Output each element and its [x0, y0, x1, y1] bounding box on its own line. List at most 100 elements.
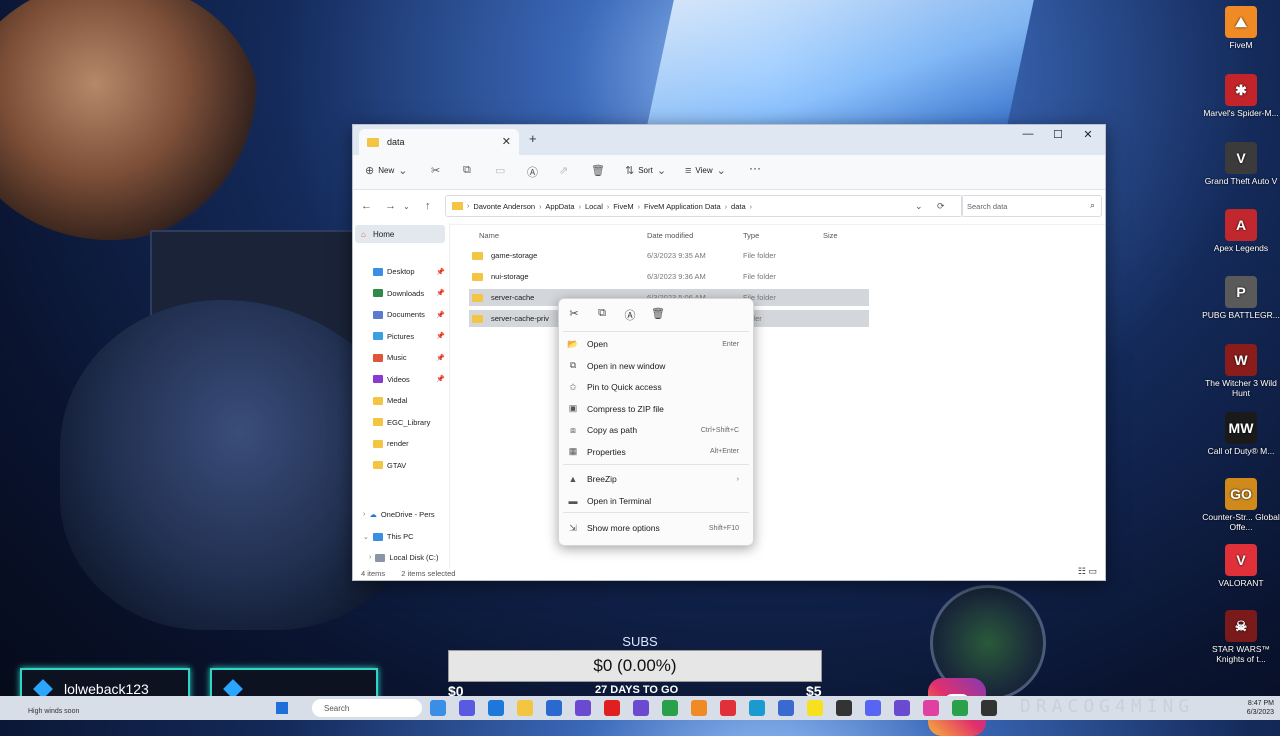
taskbar-app-icon[interactable]	[894, 700, 910, 716]
desktop-icon[interactable]: ✱ Marvel's Spider-M...	[1202, 70, 1280, 118]
minimize-button[interactable]: —	[1013, 128, 1043, 140]
tab-data[interactable]: data ✕	[359, 129, 519, 155]
context-menu-item[interactable]: ✩ Pin to Quick access	[567, 378, 745, 396]
taskbar-app-icon[interactable]	[923, 700, 939, 716]
breadcrumb-sep[interactable]: ›	[539, 204, 541, 211]
taskbar-app-icon[interactable]	[952, 700, 968, 716]
column-header-date[interactable]: Date modified	[647, 231, 693, 240]
nav-item-music[interactable]: Music 📌	[373, 353, 447, 362]
more-options-button[interactable]: ···	[749, 161, 761, 175]
context-menu-item[interactable]: ▦ Properties Alt+Enter	[567, 443, 745, 461]
taskbar-app-icon[interactable]	[691, 700, 707, 716]
taskbar-app-icon[interactable]	[604, 700, 620, 716]
breadcrumb-segment[interactable]: Davonte Anderson	[473, 202, 535, 211]
desktop-icon[interactable]: W The Witcher 3 Wild Hunt	[1202, 340, 1280, 398]
view-button[interactable]: ≡ View ⌄	[685, 164, 726, 178]
taskbar-app-icon[interactable]	[778, 700, 794, 716]
desktop-icon[interactable]: A Apex Legends	[1202, 205, 1280, 253]
context-menu-item[interactable]: ⧈ Copy as path Ctrl+Shift+C	[567, 421, 745, 439]
desktop-icon[interactable]: V VALORANT	[1202, 540, 1280, 588]
taskbar-search[interactable]: Search	[312, 699, 422, 717]
close-button[interactable]: ✕	[1073, 128, 1103, 141]
breadcrumb-segment[interactable]: data	[731, 202, 746, 211]
refresh-icon[interactable]: ⟳	[937, 201, 945, 212]
cut-icon[interactable]: ✂	[567, 307, 581, 323]
nav-item-videos[interactable]: Videos 📌	[373, 375, 447, 384]
up-arrow-icon[interactable]: ↑	[425, 200, 431, 212]
copy-icon[interactable]: ⧉	[595, 307, 609, 323]
rename-icon[interactable]: Ⓐ	[623, 307, 637, 323]
delete-button[interactable]: 🗑	[591, 164, 605, 177]
breadcrumb-segment[interactable]: FiveM Application Data	[644, 202, 721, 211]
breadcrumb-sep[interactable]: ›	[750, 204, 752, 211]
column-header-name[interactable]: Name	[479, 231, 499, 240]
nav-item-gtav[interactable]: GTAV	[373, 461, 447, 470]
taskbar-app-icon[interactable]	[633, 700, 649, 716]
details-view-icon[interactable]: ☷	[1078, 566, 1086, 576]
breadcrumb-sep[interactable]: ›	[638, 204, 640, 211]
taskbar-app-icon[interactable]	[981, 700, 997, 716]
context-menu-item[interactable]: ⧉ Open in new window	[567, 357, 745, 375]
breadcrumb-sep[interactable]: ›	[725, 204, 727, 211]
address-dropdown-icon[interactable]: ⌄	[915, 201, 923, 212]
nav-item-this-pc[interactable]: ⌄ This PC	[363, 532, 437, 541]
column-header-type[interactable]: Type	[743, 231, 759, 240]
desktop-icon[interactable]: ⛰ FiveM	[1202, 2, 1280, 50]
nav-item-medal[interactable]: Medal	[373, 396, 447, 405]
context-menu-item[interactable]: ▣ Compress to ZIP file	[567, 400, 745, 418]
tab-close-icon[interactable]: ✕	[502, 135, 511, 148]
taskbar-app-icon[interactable]	[807, 700, 823, 716]
context-menu-item[interactable]: ⇲ Show more options Shift+F10	[567, 519, 745, 537]
copy-button[interactable]: ⧉	[463, 164, 471, 177]
taskbar-app-icon[interactable]	[430, 700, 446, 716]
context-menu-item[interactable]: ▬ Open in Terminal	[567, 492, 745, 510]
desktop-icon[interactable]: MW Call of Duty® M...	[1202, 408, 1280, 456]
desktop-icon[interactable]: ☠ STAR WARS™ Knights of t...	[1202, 606, 1280, 664]
windows-start-icon[interactable]	[276, 702, 288, 714]
nav-item-onedrive[interactable]: › ☁ OneDrive - Pers	[363, 510, 437, 519]
nav-item-documents[interactable]: Documents 📌	[373, 310, 447, 319]
taskbar-app-icon[interactable]	[546, 700, 562, 716]
taskbar-app-icon[interactable]	[662, 700, 678, 716]
taskbar-app-icon[interactable]	[720, 700, 736, 716]
system-clock[interactable]: 8:47 PM 6/3/2023	[1247, 699, 1274, 717]
taskbar-app-icon[interactable]	[575, 700, 591, 716]
taskbar-app-icon[interactable]	[517, 700, 533, 716]
nav-item-local-disk[interactable]: › Local Disk (C:)	[369, 553, 443, 562]
nav-item-egc-library[interactable]: EGC_Library	[373, 418, 447, 427]
taskbar-app-icon[interactable]	[836, 700, 852, 716]
sort-button[interactable]: ⇅ Sort ⌄	[625, 164, 666, 177]
table-row[interactable]: game-storage 6/3/2023 9:35 AM File folder	[469, 247, 869, 264]
taskbar-app-icon[interactable]	[749, 700, 765, 716]
breadcrumb-segment[interactable]: FiveM	[613, 202, 633, 211]
new-button[interactable]: ⊕ New ⌄	[365, 164, 407, 177]
nav-item-home[interactable]: ⌂ Home	[355, 225, 445, 243]
cut-button[interactable]: ✂	[431, 164, 440, 177]
taskbar-app-icon[interactable]	[488, 700, 504, 716]
context-menu-item[interactable]: 📂 Open Enter	[567, 335, 745, 353]
tiles-view-icon[interactable]: ▭	[1088, 566, 1097, 576]
recent-chevron-icon[interactable]: ⌄	[403, 202, 410, 211]
rename-button[interactable]: Ⓐ	[527, 164, 538, 180]
desktop-icon[interactable]: P PUBG BATTLEGR...	[1202, 272, 1280, 320]
nav-item-pictures[interactable]: Pictures 📌	[373, 332, 447, 341]
nav-item-render[interactable]: render	[373, 439, 447, 448]
breadcrumb-sep[interactable]: ›	[607, 204, 609, 211]
taskbar-app-icon[interactable]	[459, 700, 475, 716]
nav-item-downloads[interactable]: Downloads 📌	[373, 289, 447, 298]
table-row[interactable]: nui-storage 6/3/2023 9:36 AM File folder	[469, 268, 869, 285]
new-tab-button[interactable]: +	[529, 131, 537, 146]
paste-button[interactable]: ▭	[495, 164, 505, 177]
breadcrumb-sep[interactable]: ›	[579, 204, 581, 211]
nav-item-desktop[interactable]: Desktop 📌	[373, 267, 447, 276]
weather-widget[interactable]: High winds soon	[28, 708, 79, 715]
maximize-button[interactable]: ☐	[1043, 128, 1073, 141]
address-bar[interactable]: › Davonte Anderson › AppData › Local › FiveM › F…	[445, 195, 963, 217]
trash-icon[interactable]: 🗑	[651, 307, 665, 323]
share-button[interactable]: ⇗	[559, 164, 568, 177]
breadcrumb-segment[interactable]: Local	[585, 202, 603, 211]
context-menu-item[interactable]: ▲ BreeZip ›	[567, 470, 745, 488]
forward-arrow-icon[interactable]: →	[385, 200, 396, 212]
desktop-icon[interactable]: V Grand Theft Auto V	[1202, 138, 1280, 186]
back-arrow-icon[interactable]: ←	[361, 200, 372, 212]
